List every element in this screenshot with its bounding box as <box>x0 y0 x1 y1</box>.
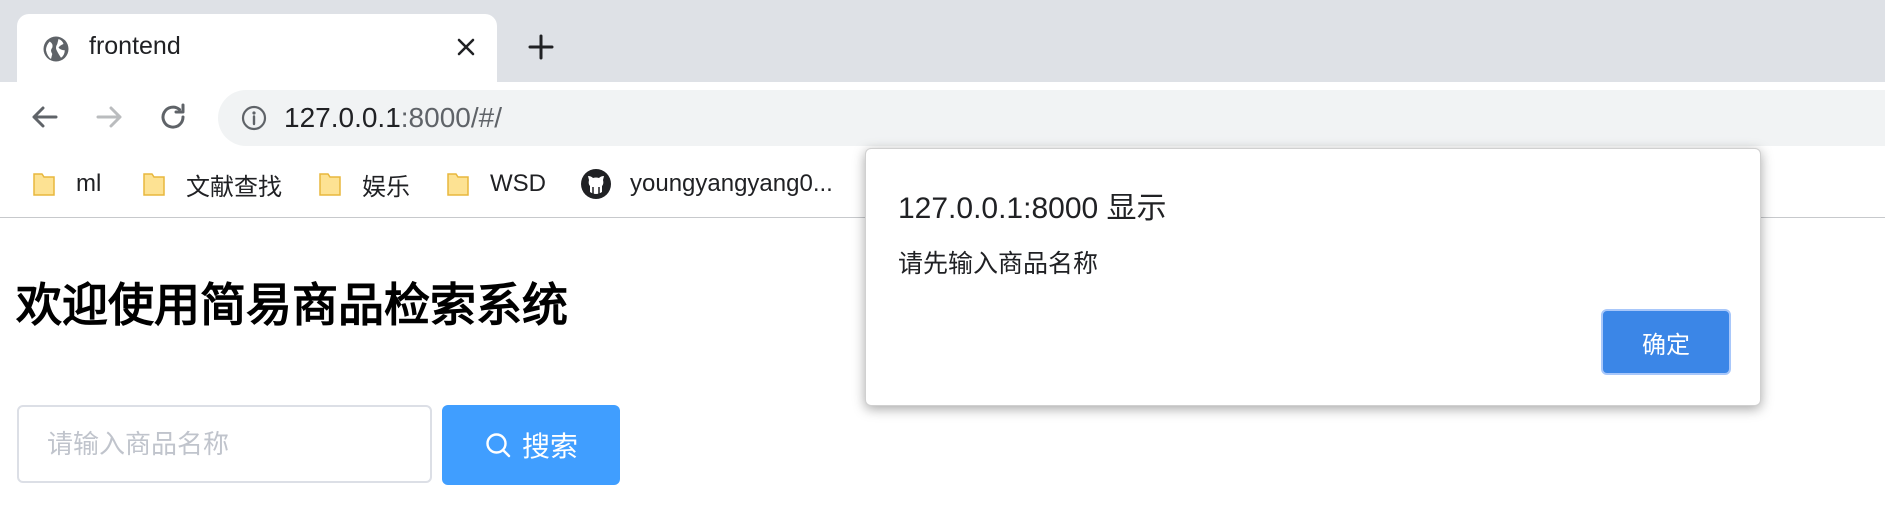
url-text[interactable]: 127.0.0.1:8000/#/ <box>284 102 502 134</box>
info-icon[interactable] <box>240 104 268 132</box>
tab-strip: frontend <box>0 0 1885 82</box>
back-arrow-icon[interactable] <box>24 96 66 138</box>
search-button[interactable]: 搜索 <box>442 405 620 485</box>
dialog-title: 127.0.0.1:8000 显示 <box>898 192 1167 225</box>
github-icon <box>581 169 611 199</box>
alert-dialog: 127.0.0.1:8000 显示 请先输入商品名称 确定 <box>865 148 1761 406</box>
new-tab-icon[interactable] <box>522 28 560 66</box>
folder-icon <box>33 173 55 196</box>
bookmark-label: 娱乐 <box>362 173 410 201</box>
bookmark-label: ml <box>76 170 102 197</box>
forward-arrow-icon[interactable] <box>88 96 130 138</box>
bookmark-label: 文献查找 <box>186 173 282 201</box>
reload-icon[interactable] <box>152 96 194 138</box>
search-input[interactable] <box>17 405 432 483</box>
close-icon[interactable] <box>450 31 482 63</box>
globe-icon <box>43 36 69 62</box>
bookmark-github[interactable]: youngyangyang0... <box>580 166 833 202</box>
bookmark-entertainment[interactable]: 娱乐 <box>318 166 410 202</box>
bookmark-literature[interactable]: 文献查找 <box>142 166 282 202</box>
search-icon <box>486 433 511 458</box>
folder-icon <box>143 173 165 196</box>
ok-button[interactable]: 确定 <box>1601 309 1731 375</box>
bookmark-label: WSD <box>490 170 546 197</box>
bookmark-label: youngyangyang0... <box>630 170 833 197</box>
browser-toolbar: 127.0.0.1:8000/#/ <box>0 82 1885 152</box>
folder-icon <box>319 173 341 196</box>
url-path: :8000/#/ <box>400 102 502 133</box>
dialog-message: 请先输入商品名称 <box>898 250 1099 278</box>
url-host: 127.0.0.1 <box>284 102 401 133</box>
address-bar[interactable]: 127.0.0.1:8000/#/ <box>218 90 1885 146</box>
tab-title: frontend <box>89 32 181 60</box>
bookmark-ml[interactable]: ml <box>32 166 101 202</box>
folder-icon <box>447 173 469 196</box>
page-title: 欢迎使用简易商品检索系统 <box>16 279 568 331</box>
bookmark-wsd[interactable]: WSD <box>446 166 546 202</box>
browser-tab[interactable]: frontend <box>17 14 497 82</box>
search-button-label: 搜索 <box>521 431 578 462</box>
